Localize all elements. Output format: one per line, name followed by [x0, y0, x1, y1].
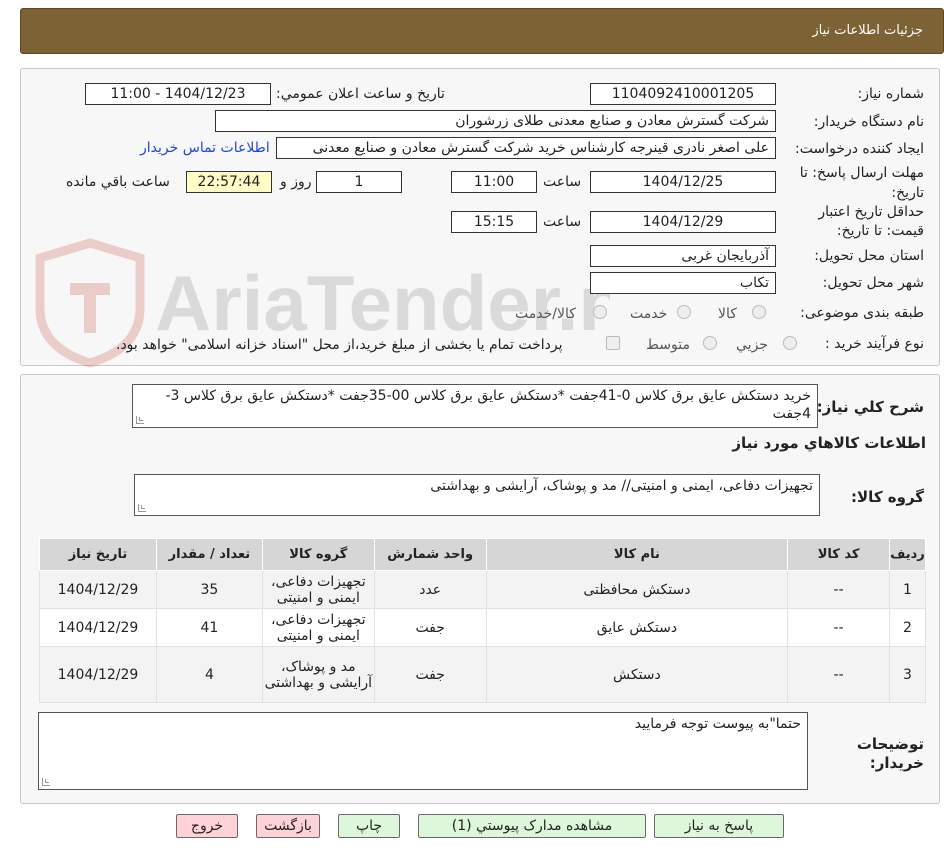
- province-label: استان محل تحويل:: [814, 248, 924, 264]
- deadline-time-field: 11:00: [451, 171, 537, 193]
- cell-unit: عدد: [373, 570, 487, 609]
- validity-time-field: 15:15: [451, 211, 537, 233]
- validity-label-line2: قيمت: تا تاريخ:: [836, 223, 924, 239]
- page-header: جزئیات اطلاعات نیاز: [20, 8, 944, 54]
- city-field: تکاب: [590, 272, 776, 294]
- deadline-label-line2: تاريخ:: [891, 185, 924, 201]
- cell-qty: 4: [155, 646, 263, 703]
- announce-label: تاریخ و ساعت اعلان عمومي:: [276, 86, 445, 102]
- goods-section-title: اطلاعات کالاهاي مورد نياز: [732, 434, 926, 452]
- category-option-goods: کالا: [718, 306, 737, 322]
- cell-code: --: [787, 570, 891, 609]
- cell-name: دستکش عایق: [485, 608, 789, 647]
- col-unit: واحد شمارش: [373, 538, 487, 571]
- cell-group: تجهیزات دفاعی، ایمنی و امنیتی: [261, 608, 375, 647]
- buyer-org-field: شرکت گسترش معادن و صنایع معدنی طلای زرشو…: [215, 110, 776, 132]
- col-qty: تعداد / مقدار: [155, 538, 263, 571]
- col-name: نام کالا: [485, 538, 789, 571]
- resize-grip-icon[interactable]: [138, 504, 146, 512]
- need-number-label: شماره نیاز:: [857, 86, 925, 102]
- resize-grip-icon[interactable]: [42, 778, 50, 786]
- province-field: آذربایجان غربی: [590, 245, 776, 267]
- category-option-service: خدمت: [630, 306, 668, 322]
- buyer-notes-text: حتما"به پیوست توجه فرمایید: [634, 716, 801, 732]
- cell-unit: جفت: [373, 608, 487, 647]
- cell-qty: 41: [155, 608, 263, 647]
- deadline-time-label: ساعت: [543, 174, 582, 190]
- category-radio-service[interactable]: [677, 305, 691, 319]
- cell-qty: 35: [155, 570, 263, 609]
- buyer-notes-textarea[interactable]: حتما"به پیوست توجه فرمایید: [38, 712, 808, 790]
- days-field: 1: [316, 171, 402, 193]
- days-label: روز و: [280, 174, 312, 190]
- category-radio-goods-service[interactable]: [593, 305, 607, 319]
- cell-row: 3: [889, 646, 926, 703]
- resize-grip-icon[interactable]: [136, 416, 144, 424]
- creator-field: علی اصغر نادری قینرجه کارشناس خرید شرکت …: [276, 137, 776, 159]
- table-row: 1 -- دستکش محافظتی عدد تجهیزات دفاعی، ای…: [39, 570, 926, 609]
- remaining-label: ساعت باقي مانده: [66, 174, 170, 190]
- back-button[interactable]: بازگشت: [256, 814, 320, 838]
- category-option-goods-service: کالا/خدمت: [515, 306, 576, 322]
- validity-time-label: ساعت: [543, 214, 582, 230]
- summary-textarea[interactable]: خرید دستکش عایق برق کلاس 0-41جفت *دستکش …: [132, 384, 818, 428]
- process-option-medium: متوسط: [646, 337, 690, 353]
- view-attachments-button[interactable]: مشاهده مدارک پيوستي (1): [418, 814, 646, 838]
- announce-field: 1404/12/23 - 11:00: [85, 83, 271, 105]
- cell-group: مد و پوشاک، آرایشی و بهداشتی: [261, 646, 375, 703]
- goods-table-header: رديف کد کالا نام کالا واحد شمارش گروه کا…: [39, 538, 926, 571]
- city-label: شهر محل تحويل:: [822, 275, 924, 291]
- treasury-payment-note: پرداخت تمام يا بخشی از مبلغ خريد،از محل …: [116, 337, 563, 353]
- validity-label: حداقل تاريخ اعتبار: [818, 204, 924, 220]
- goods-group-label: گروه کالا:: [851, 488, 924, 506]
- cell-date: 1404/12/29: [39, 646, 157, 703]
- table-row: 2 -- دستکش عایق جفت تجهیزات دفاعی، ایمنی…: [39, 608, 926, 647]
- goods-group-text: تجهیزات دفاعی، ایمنی و امنیتی// مد و پوش…: [430, 478, 813, 494]
- exit-button[interactable]: خروج: [176, 814, 238, 838]
- col-row: رديف: [889, 538, 926, 571]
- process-radio-medium[interactable]: [703, 336, 717, 350]
- treasury-payment-checkbox[interactable]: [606, 336, 620, 350]
- cell-group: تجهیزات دفاعی، ایمنی و امنیتی: [261, 570, 375, 609]
- process-label: نوع فرآيند خريد :: [825, 336, 924, 352]
- cell-unit: جفت: [373, 646, 487, 703]
- need-number-field: 1104092410001205: [590, 83, 776, 105]
- deadline-label: مهلت ارسال پاسخ: تا: [799, 165, 924, 181]
- process-radio-minor[interactable]: [783, 336, 797, 350]
- cell-code: --: [787, 646, 891, 703]
- watermark-text: AriaTender.neT: [155, 259, 610, 347]
- col-date: تاريخ نياز: [39, 538, 157, 571]
- page-title: جزئیات اطلاعات نیاز: [812, 23, 923, 38]
- cell-name: دستکش: [485, 646, 789, 703]
- cell-row: 2: [889, 608, 926, 647]
- cell-row: 1: [889, 570, 926, 609]
- buyer-contact-link[interactable]: اطلاعات تماس خريدار: [140, 140, 270, 156]
- goods-group-textarea[interactable]: تجهیزات دفاعی، ایمنی و امنیتی// مد و پوش…: [134, 474, 820, 516]
- cell-name: دستکش محافظتی: [485, 570, 789, 609]
- buyer-notes-label-line2: خريدار:: [869, 754, 924, 772]
- process-option-minor: جزيي: [736, 337, 768, 353]
- print-button[interactable]: چاپ: [338, 814, 400, 838]
- summary-label: شرح کلي نياز:: [816, 398, 924, 416]
- remaining-time-field: 22:57:44: [186, 171, 272, 193]
- summary-text: خرید دستکش عایق برق کلاس 0-41جفت *دستکش …: [165, 388, 811, 422]
- goods-table: رديف کد کالا نام کالا واحد شمارش گروه کا…: [39, 538, 926, 703]
- cell-date: 1404/12/29: [39, 570, 157, 609]
- creator-label: ايجاد کننده درخواست:: [795, 141, 924, 157]
- cell-date: 1404/12/29: [39, 608, 157, 647]
- buyer-org-label: نام دستگاه خريدار:: [813, 114, 924, 130]
- table-row: 3 -- دستکش جفت مد و پوشاک، آرایشی و بهدا…: [39, 646, 926, 703]
- buyer-notes-label: توضيحات: [856, 735, 924, 753]
- category-label: طبقه بندی موضوعی:: [800, 305, 924, 321]
- deadline-date-field: 1404/12/25: [590, 171, 776, 193]
- cell-code: --: [787, 608, 891, 647]
- category-radio-goods[interactable]: [752, 305, 766, 319]
- col-group: گروه کالا: [261, 538, 375, 571]
- validity-date-field: 1404/12/29: [590, 211, 776, 233]
- reply-button[interactable]: پاسخ به نياز: [654, 814, 784, 838]
- col-code: کد کالا: [787, 538, 891, 571]
